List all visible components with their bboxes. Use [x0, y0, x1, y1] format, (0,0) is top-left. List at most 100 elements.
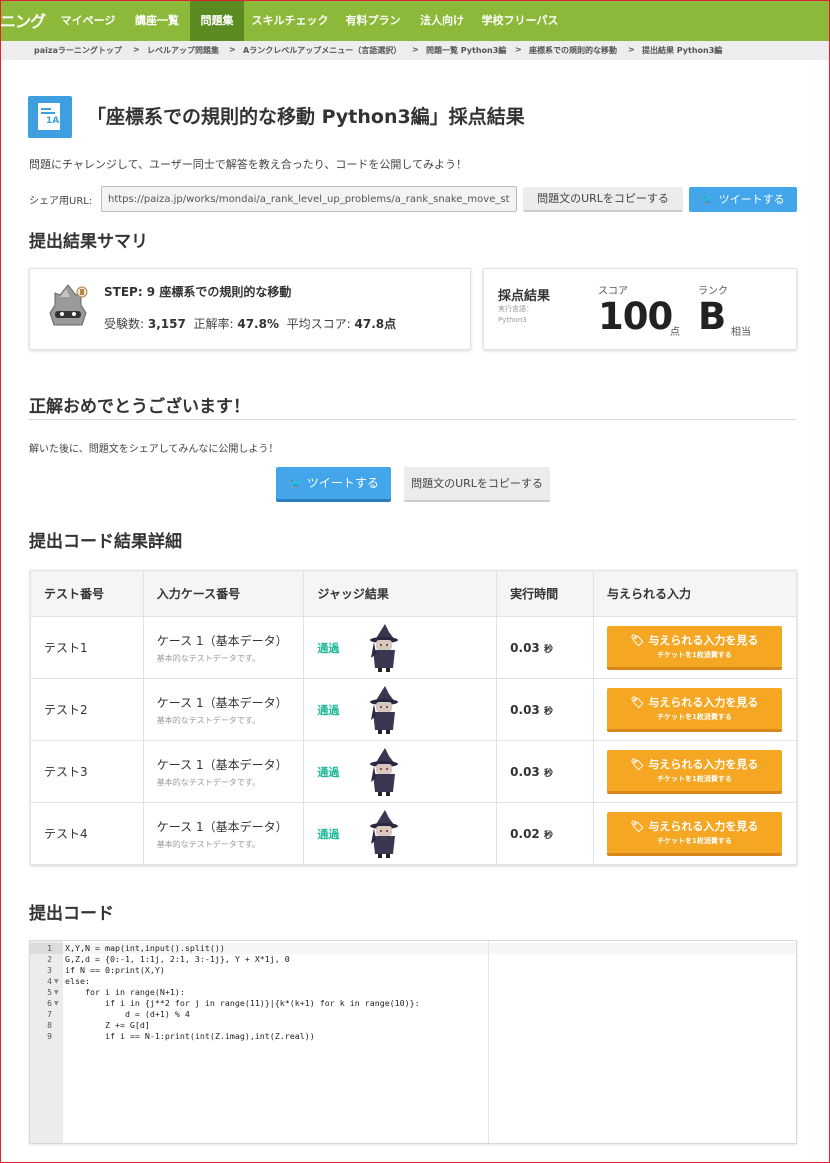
- input-cell: 🏷 与えられる入力を見る チケットを1枚消費する: [593, 678, 797, 741]
- case-cell: ケース 1（基本データ） 基本的なテストデータです。: [142, 802, 305, 865]
- avg-score-label: 平均スコア:: [286, 317, 351, 331]
- score-value: 100: [598, 295, 673, 338]
- exec-time-unit: 秒: [543, 644, 553, 655]
- result-label: 採点結果: [498, 289, 551, 304]
- breadcrumb-item[interactable]: 座標系での規則的な移動: [529, 45, 617, 56]
- column-header-judge: ジャッジ結果: [303, 570, 498, 617]
- test-number: テスト1: [30, 616, 144, 679]
- breadcrumb-separator: >: [515, 45, 522, 54]
- intro-text: 問題にチャレンジして、ユーザー同士で解答を教え合ったり、コードを公開してみよう！: [29, 158, 468, 171]
- step-title: STEP: 9 座標系での規則的な移動: [104, 285, 292, 299]
- nav-item-skillcheck[interactable]: スキルチェック: [244, 0, 336, 41]
- exec-time-unit: 秒: [543, 830, 553, 841]
- judge-result: 通過: [317, 827, 340, 841]
- case-name: ケース 1（基本データ）: [156, 819, 288, 834]
- ticket-icon: 🏷: [630, 695, 645, 709]
- code-line: if N == 0:print(X,Y): [65, 965, 165, 975]
- view-input-label: 与えられる入力を見る: [648, 633, 759, 647]
- line-number: 7: [47, 1010, 52, 1019]
- nav-item-business[interactable]: 法人向け: [410, 0, 474, 41]
- share-url-field[interactable]: [101, 186, 517, 212]
- ticket-icon: 🏷: [630, 757, 645, 771]
- breadcrumb-separator: >: [412, 45, 419, 54]
- breadcrumb-item[interactable]: 問題一覧 Python3編: [426, 45, 506, 56]
- exec-time: 0.02: [510, 826, 540, 841]
- tweet-label: ツイートする: [306, 476, 379, 490]
- view-input-sublabel: チケットを1枚消費する: [657, 774, 732, 783]
- correct-rate-value: 47.8%: [237, 317, 279, 331]
- exec-time-unit: 秒: [543, 768, 553, 779]
- time-cell: 0.03 秒: [496, 740, 594, 803]
- breadcrumb-item[interactable]: Aランクレベルアップメニュー（言語選択）: [243, 45, 401, 56]
- view-input-label: 与えられる入力を見る: [648, 695, 759, 709]
- print-margin: [488, 941, 489, 1143]
- fold-toggle-icon[interactable]: ▼: [54, 998, 59, 1009]
- view-input-sublabel: チケットを1枚消費する: [657, 650, 732, 659]
- line-number: 9: [47, 1032, 52, 1041]
- nav-item-paid-plan[interactable]: 有料プラン: [336, 0, 410, 41]
- details-heading: 提出コード結果詳細: [29, 532, 182, 552]
- case-cell: ケース 1（基本データ） 基本的なテストデータです。: [142, 616, 305, 679]
- ticket-icon: 🏷: [630, 819, 645, 833]
- witch-character-icon: [370, 809, 399, 858]
- twitter-bird-icon: 🐦: [288, 476, 304, 490]
- judge-cell: 通過: [303, 678, 498, 741]
- breadcrumb-item[interactable]: paizaラーニングトップ: [34, 45, 122, 56]
- judge-cell: 通過: [303, 802, 498, 865]
- site-logo[interactable]: ニング: [0, 8, 46, 32]
- test-number: テスト3: [30, 740, 144, 803]
- case-cell: ケース 1（基本データ） 基本的なテストデータです。: [142, 678, 305, 741]
- nav-item-courses[interactable]: 講座一覧: [124, 0, 190, 41]
- view-input-button[interactable]: 🏷 与えられる入力を見るチケットを1枚消費する: [607, 625, 782, 670]
- code-editor[interactable]: 1 X,Y,N = map(int,input().split()) 2 G,Z,d …: [29, 940, 797, 1144]
- line-number: 6: [47, 999, 52, 1008]
- twitter-bird-icon: 🐦: [701, 193, 716, 206]
- congrats-note: 解いた後に、問題文をシェアしてみんなに公開しよう！: [29, 444, 279, 455]
- nav-item-mypage[interactable]: マイページ: [52, 0, 124, 41]
- congrats-tweet-button[interactable]: 🐦 ツイートする: [276, 467, 391, 502]
- exec-time-unit: 秒: [543, 706, 553, 717]
- nav-item-school-pass[interactable]: 学校フリーパス: [474, 0, 566, 41]
- share-url-label: シェア用URL:: [29, 196, 93, 207]
- case-cell: ケース 1（基本データ） 基本的なテストデータです。: [142, 740, 305, 803]
- exec-time: 0.03: [510, 764, 540, 779]
- time-cell: 0.03 秒: [496, 678, 594, 741]
- view-input-button[interactable]: 🏷 与えられる入力を見る チケットを1枚消費する: [607, 811, 782, 856]
- column-header-case: 入力ケース番号: [142, 570, 305, 617]
- view-input-button[interactable]: 🏷 与えられる入力を見る チケットを1枚消費する: [607, 687, 782, 732]
- breadcrumb-separator: >: [628, 45, 635, 54]
- breadcrumb-separator: >: [229, 45, 236, 54]
- breadcrumb-item-current: 提出結果 Python3編: [642, 46, 723, 55]
- examinees-value: 3,157: [147, 317, 186, 331]
- code-line: G,Z,d = {0:-1, 1:1j, 2:1, 3:-1j}, Y + X*…: [65, 954, 290, 964]
- tweet-button[interactable]: 🐦 ツイートする: [689, 187, 797, 212]
- line-number: 5: [47, 988, 52, 997]
- summary-heading: 提出結果サマリ: [29, 232, 148, 252]
- code-line: d = (d+1) % 4: [65, 1009, 190, 1019]
- top-nav: ニング マイページ 講座一覧 問題集 スキルチェック 有料プラン 法人向け 学校…: [0, 0, 830, 41]
- fold-toggle-icon[interactable]: ▼: [54, 987, 59, 998]
- case-description: 基本的なテストデータです。: [156, 839, 260, 849]
- view-input-label: 与えられる入力を見る: [648, 819, 759, 833]
- test-number: テスト4: [30, 802, 144, 865]
- copy-url-button[interactable]: 問題文のURLをコピーする: [523, 187, 683, 212]
- case-name: ケース 1（基本データ）: [156, 633, 288, 648]
- witch-character-icon: [370, 747, 399, 796]
- case-description: 基本的なテストデータです。: [156, 715, 260, 725]
- results-table: テスト番号 入力ケース番号 ジャッジ結果 実行時間 与えられる入力 テスト1 ケー…: [30, 570, 797, 865]
- rank-value: B: [698, 295, 727, 338]
- judge-cell: 通過: [303, 740, 498, 803]
- breadcrumb-item[interactable]: レベルアップ問題集: [147, 45, 219, 56]
- breadcrumb-separator: >: [133, 45, 140, 54]
- table-row: テスト4 ケース 1（基本データ） 基本的なテストデータです。 通過 0.02 秒 🏷 与…: [30, 802, 797, 865]
- time-cell: 0.03 秒: [496, 616, 594, 679]
- ticket-icon: 🏷: [630, 633, 645, 647]
- table-row: テスト1 ケース 1（基本データ） 基本的なテストデータです。 通過 0.03 秒 🏷 与…: [30, 616, 797, 679]
- rank-unit: 相当: [731, 327, 751, 338]
- nav-item-problems[interactable]: 問題集: [190, 0, 244, 41]
- fold-toggle-icon[interactable]: ▼: [54, 976, 59, 987]
- table-row: テスト3 ケース 1（基本データ） 基本的なテストデータです。 通過 0.03 秒 🏷 与…: [30, 740, 797, 803]
- step-stats: 受験数: 3,157 正解率: 47.8% 平均スコア: 47.8点: [104, 315, 396, 332]
- view-input-button[interactable]: 🏷 与えられる入力を見る チケットを1枚消費する: [607, 749, 782, 794]
- congrats-copy-url-button[interactable]: 問題文のURLをコピーする: [404, 467, 550, 502]
